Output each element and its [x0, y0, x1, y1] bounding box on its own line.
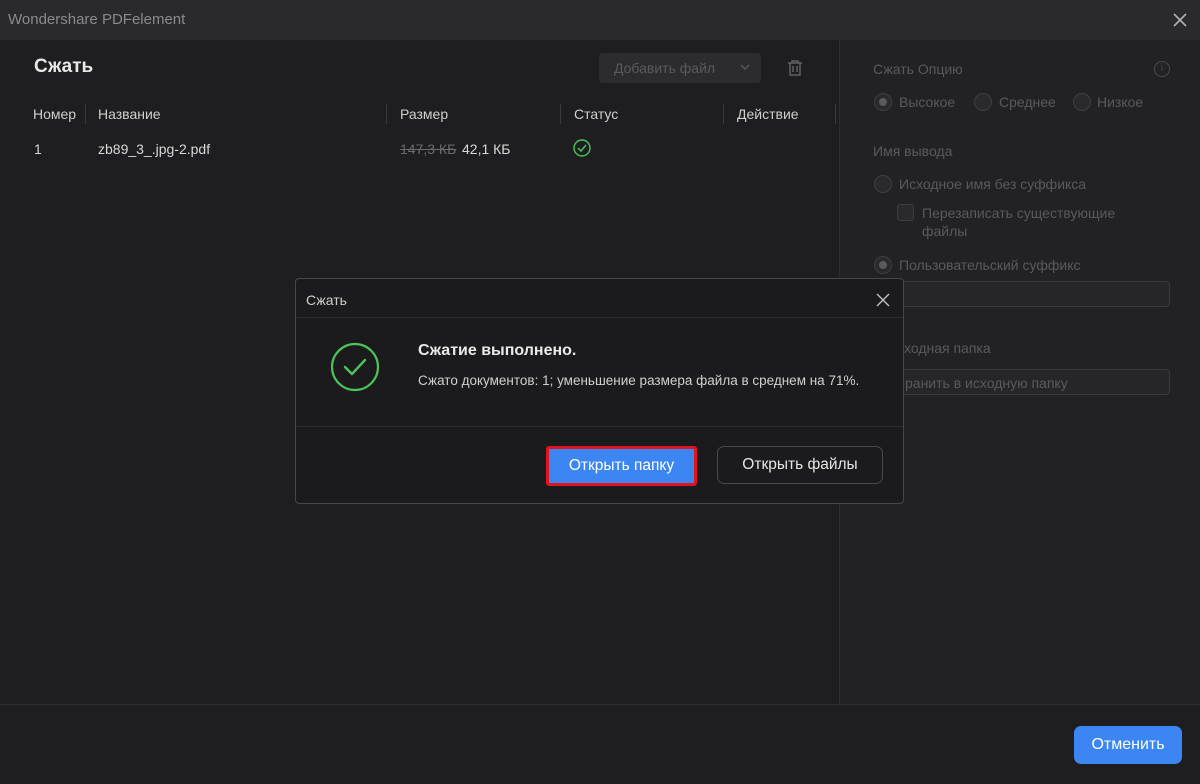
trash-icon[interactable]	[786, 59, 804, 77]
column-header-number: Номер	[33, 106, 77, 122]
output-name-label: Имя вывода	[873, 143, 953, 159]
column-header-status: Статус	[574, 106, 619, 122]
radio-medium-label: Среднее	[999, 94, 1056, 110]
row-old-size: 147,3 КБ	[400, 141, 457, 157]
row-file-name: zb89_3_.jpg-2.pdf	[98, 141, 211, 157]
footer: Отменить	[0, 704, 1200, 784]
window-title: Wondershare PDFelement	[8, 11, 186, 28]
radio-medium[interactable]	[974, 93, 992, 111]
radio-low[interactable]	[1073, 93, 1091, 111]
radio-original-name-label: Исходное имя без суффикса	[899, 176, 1087, 192]
divider	[296, 317, 903, 318]
radio-high-label: Высокое	[899, 94, 956, 110]
radio-custom-suffix-label: Пользовательский суффикс	[899, 257, 1081, 273]
column-header-size: Размер	[400, 106, 449, 122]
compress-complete-dialog: Сжать Сжатие выполнено. Сжато документов…	[295, 278, 904, 504]
column-divider	[835, 104, 836, 124]
radio-high[interactable]	[874, 93, 892, 111]
output-folder-label: ходная папка	[904, 340, 991, 356]
output-folder-value: ранить в исходную папку	[905, 375, 1068, 391]
radio-custom-suffix[interactable]	[874, 256, 892, 274]
open-files-button[interactable]: Открыть файлы	[717, 446, 883, 484]
column-divider	[85, 104, 86, 124]
output-folder-select[interactable]: ранить в исходную папку	[876, 369, 1170, 395]
column-header-name: Название	[98, 106, 161, 122]
cancel-button[interactable]: Отменить	[1074, 726, 1182, 764]
title-bar: Wondershare PDFelement	[0, 0, 1200, 40]
dialog-close-icon[interactable]	[875, 292, 891, 308]
overwrite-checkbox[interactable]	[897, 204, 914, 221]
open-folder-button[interactable]: Открыть папку	[546, 446, 697, 486]
column-divider	[386, 104, 387, 124]
overwrite-label-line1: Перезаписать существующие	[922, 205, 1116, 221]
chevron-down-icon	[740, 64, 750, 70]
dialog-message-title: Сжатие выполнено.	[418, 342, 577, 359]
column-divider	[560, 104, 561, 124]
add-file-button[interactable]: Добавить файл	[599, 53, 761, 83]
radio-low-label: Низкое	[1097, 94, 1144, 110]
success-circle-icon	[330, 342, 380, 392]
page-title: Сжать	[34, 56, 94, 77]
overwrite-label-line2: файлы	[922, 223, 968, 239]
radio-original-name[interactable]	[874, 175, 892, 193]
row-new-size: 42,1 КБ	[462, 141, 511, 157]
column-divider	[723, 104, 724, 124]
success-check-icon	[573, 139, 591, 157]
dialog-message-body: Сжато документов: 1; уменьшение размера …	[418, 373, 860, 388]
column-header-action: Действие	[737, 106, 799, 122]
compress-option-label: Сжать Опцию	[873, 61, 963, 77]
close-icon[interactable]	[1170, 10, 1190, 30]
dialog-title: Сжать	[306, 292, 347, 308]
suffix-input[interactable]: _1	[876, 281, 1170, 307]
add-file-label: Добавить файл	[614, 60, 716, 76]
row-number: 1	[34, 141, 42, 157]
divider	[296, 426, 903, 427]
info-icon[interactable]: i	[1154, 61, 1170, 77]
